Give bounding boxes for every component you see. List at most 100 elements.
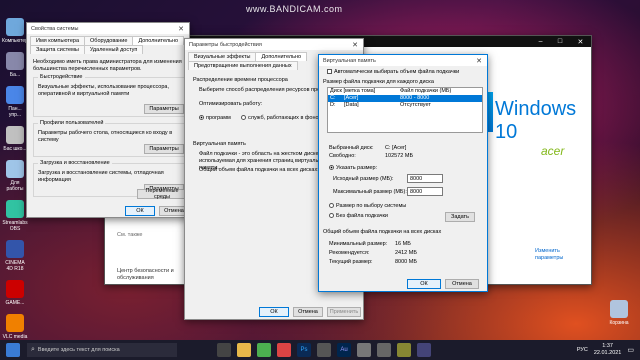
search-placeholder: Введите здесь текст для поиска	[37, 347, 120, 353]
app-icon[interactable]	[357, 343, 371, 357]
min-size-value: 16 МБ	[395, 241, 411, 247]
auto-manage-checkbox[interactable]: Автоматически выбирать объем файла подка…	[327, 69, 459, 76]
system-managed-radio[interactable]: Размер по выбору системы	[329, 203, 406, 210]
chrome-icon[interactable]	[257, 343, 271, 357]
desktop-icon-4[interactable]: Бас шко...	[2, 126, 28, 152]
desktop-icon-computer[interactable]: Компьютер	[2, 18, 28, 44]
windows-logo-banner: Windows 10 acer	[483, 84, 587, 158]
tab-advanced[interactable]: Дополнительно	[132, 36, 185, 45]
close-icon[interactable]: ✕	[471, 57, 487, 65]
cancel-button[interactable]: Отмена	[293, 307, 323, 317]
services-radio[interactable]: служб, работающих в фоновом	[241, 115, 328, 122]
see-also-heading: См. также	[117, 232, 143, 238]
set-button[interactable]: Задать	[445, 212, 475, 222]
tab-visual-effects[interactable]: Визуальные эффекты	[188, 52, 257, 61]
no-paging-radio[interactable]: Без файла подкачки	[329, 213, 388, 220]
ok-button[interactable]: ОК	[125, 206, 155, 216]
folder-icon	[6, 160, 24, 178]
profiles-description: Параметры рабочего стола, относящиеся ко…	[38, 130, 173, 143]
optimize-label: Оптимизировать работу:	[199, 101, 263, 107]
app-icon[interactable]	[377, 343, 391, 357]
language-indicator[interactable]: РУС	[577, 347, 588, 353]
acer-logo: acer	[541, 144, 565, 158]
drives-list-header: Диск [метка тома] Файл подкачки (МБ)	[330, 88, 452, 94]
tab-dep[interactable]: Предотвращение выполнения данных	[188, 61, 298, 70]
performance-settings-button[interactable]: Параметры	[144, 104, 184, 114]
desktop-icon-cinema4d[interactable]: CINEMA 4D R18	[2, 240, 28, 272]
recommended-label: Рекомендуется:	[329, 250, 370, 256]
ok-button[interactable]: ОК	[407, 279, 441, 289]
vlc-icon	[6, 314, 24, 332]
radio-icon	[329, 165, 334, 171]
audition-icon[interactable]: Au	[337, 343, 351, 357]
minimize-icon[interactable]: –	[539, 38, 543, 45]
apply-button[interactable]: Применить	[327, 307, 361, 317]
ok-button[interactable]: ОК	[259, 307, 289, 317]
computer-icon	[6, 18, 24, 36]
free-space-label: Свободно:	[329, 153, 356, 159]
search-icon: ⌕	[31, 346, 35, 353]
app-icon[interactable]	[397, 343, 411, 357]
max-size-label: Максимальный размер (МБ):	[333, 189, 407, 195]
windows-version-text: Windows 10	[495, 98, 577, 143]
cancel-button[interactable]: Отмена	[445, 279, 479, 289]
cinema4d-icon	[6, 240, 24, 258]
virtual-memory-titlebar: Виртуальная память ✕	[319, 55, 487, 66]
desktop-icon-control-panel[interactable]: Пан... упр...	[2, 86, 28, 118]
programs-radio[interactable]: программ	[199, 115, 231, 122]
windows-start-icon[interactable]	[6, 343, 20, 357]
max-size-input[interactable]: 8000	[407, 187, 443, 196]
notifications-icon[interactable]: ▭	[627, 346, 634, 354]
environment-variables-button[interactable]: Переменные среды	[137, 188, 187, 200]
selected-disk-value: C: [Acer]	[385, 145, 407, 151]
desktop-icon-obs[interactable]: Streamlabs OBS	[2, 200, 28, 232]
virtual-memory-dialog: Виртуальная память ✕ Автоматически выбира…	[318, 54, 488, 292]
custom-size-radio[interactable]: Указать размер:	[329, 165, 377, 172]
app-icon[interactable]	[317, 343, 331, 357]
system-properties-titlebar: Свойства системы ✕	[27, 23, 189, 34]
performance-group: Быстродействие Визуальные эффекты, испол…	[33, 74, 185, 117]
close-icon[interactable]: ✕	[347, 41, 363, 49]
tab-system-protection[interactable]: Защита системы	[30, 45, 85, 54]
performance-description: Визуальные эффекты, использование процес…	[38, 84, 169, 97]
taskbar: ⌕ Введите здесь текст для поиска Ps Au Р…	[0, 340, 640, 360]
tab-hardware[interactable]: Оборудование	[84, 36, 134, 45]
free-space-value: 102572 МБ	[385, 153, 414, 159]
tab-advanced[interactable]: Дополнительно	[255, 52, 308, 61]
close-icon[interactable]: ✕	[577, 38, 583, 46]
system-properties-window: Свойства системы ✕ Имя компьютера Оборудо…	[26, 22, 190, 218]
tab-remote[interactable]: Удаленный доступ	[83, 45, 144, 54]
drive-row[interactable]: D: [Data] Отсутствует	[328, 102, 482, 109]
initial-size-input[interactable]: 8000	[407, 174, 443, 183]
task-view-icon[interactable]	[217, 343, 231, 357]
recommended-value: 2412 МБ	[395, 250, 417, 256]
photoshop-icon[interactable]: Ps	[297, 343, 311, 357]
desktop-icon-youtube[interactable]: GAME...	[2, 280, 28, 306]
system-properties-tabs: Имя компьютера Оборудование Дополнительн…	[27, 34, 187, 54]
close-icon[interactable]: ✕	[173, 25, 189, 33]
folder-icon	[6, 52, 24, 70]
radio-icon	[329, 213, 334, 219]
cpu-section-title: Распределение времени процессора	[193, 77, 288, 83]
profiles-group: Профили пользователей Параметры рабочего…	[33, 120, 185, 157]
radio-icon	[199, 115, 204, 121]
media-icon[interactable]	[277, 343, 291, 357]
selected-disk-label: Выбранный диск:	[329, 145, 374, 151]
tab-computer-name[interactable]: Имя компьютера	[30, 36, 86, 45]
clock[interactable]: 1:37 22.01.2021	[594, 343, 622, 357]
maximize-icon[interactable]: □	[558, 38, 562, 45]
desktop-icon-recycle-bin[interactable]: Корзина	[604, 300, 634, 326]
rename-link[interactable]: Изменить параметры	[535, 248, 585, 262]
virtual-memory-total: Общий объем файла подкачки на всех диска…	[199, 167, 319, 173]
file-explorer-icon[interactable]	[237, 343, 251, 357]
desktop-icon-work[interactable]: Для работы	[2, 160, 28, 192]
virtual-memory-title: Виртуальная память	[193, 141, 246, 147]
desktop-icon-2[interactable]: Ба...	[2, 52, 28, 78]
profiles-settings-button[interactable]: Параметры	[144, 144, 184, 154]
drive-row[interactable]: C: [Acer] 8000 - 8000	[328, 95, 482, 102]
total-size-heading: Общий объем файла подкачки на всех диска…	[323, 229, 442, 235]
youtube-icon	[6, 280, 24, 298]
app-icon[interactable]	[417, 343, 431, 357]
bandicam-watermark: www.BANDICAM.com	[246, 4, 343, 14]
taskbar-search[interactable]: ⌕ Введите здесь текст для поиска	[27, 343, 177, 357]
